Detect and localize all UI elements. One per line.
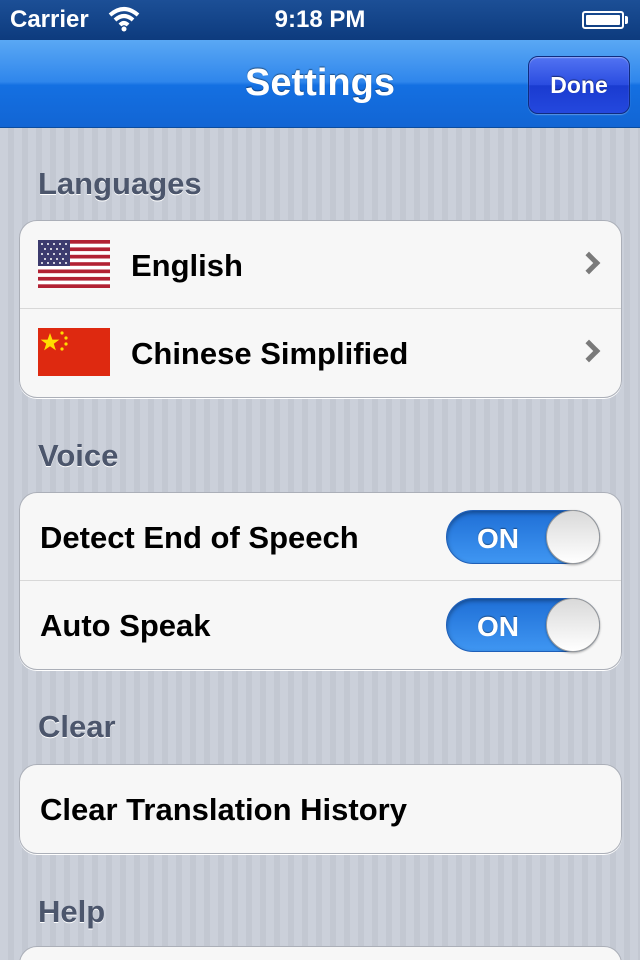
clear-group: Clear Translation History [19,764,622,854]
toggle-knob [546,510,600,564]
toggle-state-label: ON [477,611,519,642]
setting-row-detect-end-of-speech: Detect End of Speech ON [20,493,621,581]
help-group [19,946,622,960]
language-row-english[interactable]: English [20,221,621,309]
battery-icon [582,11,628,29]
setting-label: Clear Translation History [40,792,407,827]
section-header-languages: Languages [38,166,202,201]
setting-label: Detect End of Speech [40,520,359,555]
language-label: English [131,248,243,283]
auto-speak-toggle[interactable]: ON [446,598,600,652]
chevron-right-icon [577,339,601,363]
section-header-voice: Voice [38,438,119,473]
languages-group: English Chinese Simplified [19,220,622,398]
done-button[interactable]: Done [528,56,630,114]
section-header-clear: Clear [38,709,116,744]
toggle-state-label: ON [477,523,519,554]
setting-row-auto-speak: Auto Speak ON [20,581,621,669]
status-bar: Carrier 9:18 PM [0,0,640,40]
navigation-bar: Settings Done [0,40,640,128]
us-flag-icon [38,240,110,288]
language-label: Chinese Simplified [131,336,409,371]
setting-label: Auto Speak [40,608,211,643]
language-row-chinese[interactable]: Chinese Simplified [20,309,621,397]
detect-end-of-speech-toggle[interactable]: ON [446,510,600,564]
china-flag-icon [38,328,110,376]
section-header-help: Help [38,894,106,929]
voice-group: Detect End of Speech ON Auto Speak ON [19,492,622,670]
clear-translation-history-button[interactable]: Clear Translation History [20,765,621,853]
status-time: 9:18 PM [274,6,366,33]
chevron-right-icon [577,251,601,275]
toggle-knob [546,598,600,652]
